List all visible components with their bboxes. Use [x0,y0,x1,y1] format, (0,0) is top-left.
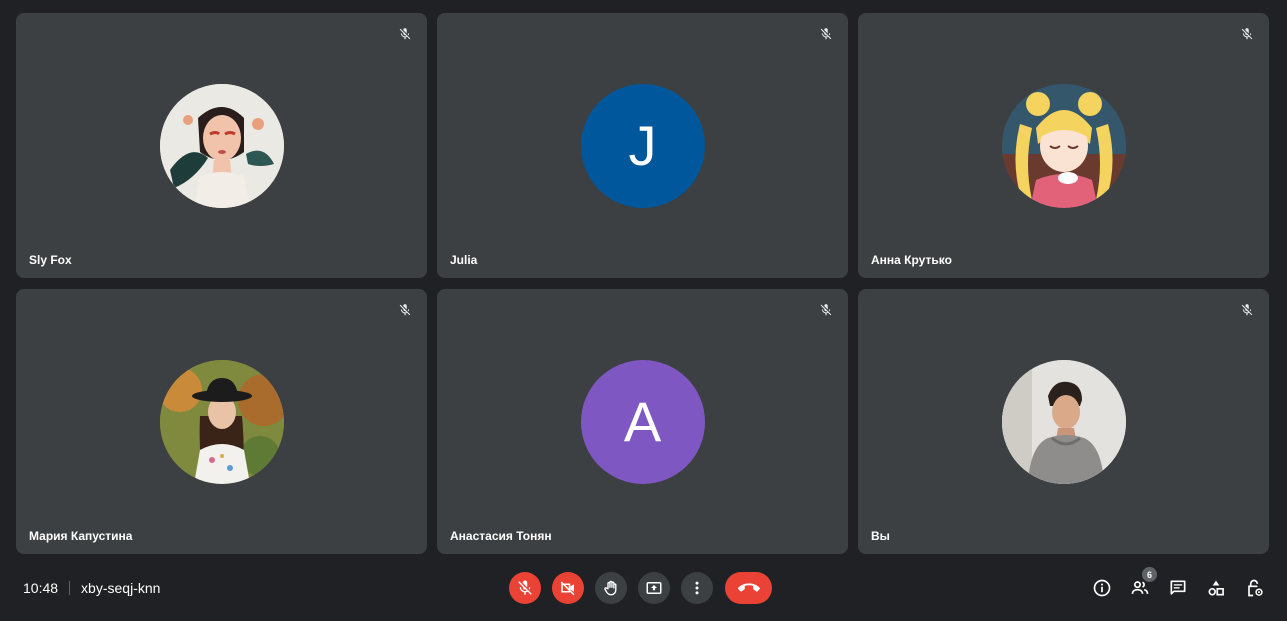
activities-icon [1208,580,1224,596]
participant-tile-self[interactable]: Вы [858,289,1269,554]
avatar-letter: A [623,390,662,453]
present-screen-icon [646,582,662,594]
side-panel-buttons: 6 [1076,567,1266,600]
host-controls-icon [1248,579,1263,597]
avatar: A [580,360,705,484]
meeting-code: xby-seqj-knn [81,580,161,596]
participant-tile[interactable]: Анна Крутько [858,13,1269,278]
avatar [159,84,284,208]
mic-toggle-button[interactable] [509,572,541,604]
camera-toggle-button[interactable] [552,572,584,604]
mic-muted-icon [1237,24,1257,44]
host-controls-button[interactable] [1242,576,1266,600]
man-in-hoodie-photo [1001,360,1126,484]
avatar-letter: J [628,114,657,177]
participant-name: Sly Fox [29,253,72,267]
more-options-icon [695,581,699,595]
woman-in-hat-photo [159,360,284,484]
illustrated-girl-portrait [159,84,284,208]
raise-hand-icon [604,580,617,596]
mic-muted-icon [816,300,836,320]
call-controls [509,572,772,604]
chat-button[interactable] [1166,576,1190,600]
participant-name: Анна Крутько [871,253,952,267]
raise-hand-button[interactable] [595,572,627,604]
participant-tile[interactable]: Мария Капустина [16,289,427,554]
mic-muted-icon [816,24,836,44]
divider [69,581,71,595]
anime-girl-with-teacup [1001,84,1126,208]
present-screen-button[interactable] [638,572,670,604]
participant-name: Julia [450,253,478,267]
end-call-button[interactable] [725,572,772,604]
participant-count-badge: 6 [1142,567,1157,582]
participant-name: Анастасия Тонян [450,529,552,543]
participant-name: Вы [871,529,890,543]
participant-tile[interactable]: Sly Fox [16,13,427,278]
more-options-button[interactable] [681,572,713,604]
activities-button[interactable] [1204,576,1228,600]
participant-tile[interactable]: J Julia [437,13,848,278]
avatar [1001,84,1126,208]
mic-muted-icon [1237,300,1257,320]
avatar [1001,360,1126,484]
clock: 10:48 [23,580,59,596]
participant-grid: Sly Fox J Julia Анна Крутько Мария Капус… [16,13,1269,554]
bottom-bar: 10:48 xby-seqj-knn 6 [0,560,1287,621]
mic-muted-icon [395,300,415,320]
mic-muted-icon [395,24,415,44]
avatar [159,360,284,484]
meeting-info: 10:48 xby-seqj-knn [23,580,160,596]
mic-off-icon [518,580,532,595]
participant-tile[interactable]: A Анастасия Тонян [437,289,848,554]
avatar: J [580,84,705,208]
people-button[interactable]: 6 [1128,567,1157,600]
camera-off-icon [560,581,575,596]
info-icon [1093,579,1111,597]
chat-icon [1170,580,1186,595]
participant-name: Мария Капустина [29,529,133,543]
end-call-icon [737,583,760,592]
meeting-details-button[interactable] [1090,576,1114,600]
